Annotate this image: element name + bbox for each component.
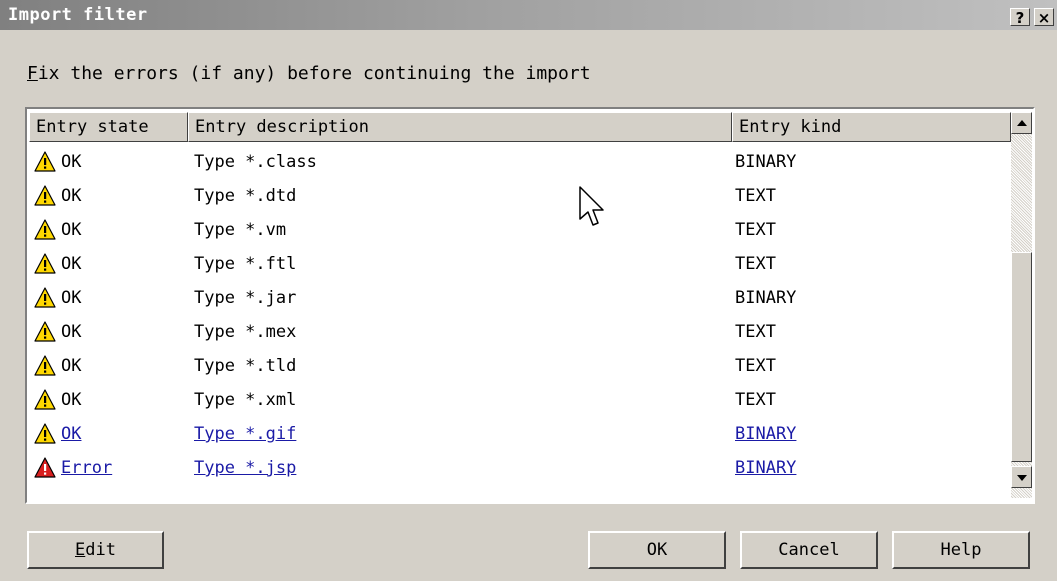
table-row[interactable]: OK Type *.ftl TEXT (29, 247, 1011, 281)
entry-kind[interactable]: BINARY (735, 417, 796, 451)
entry-description: Type *.vm (194, 220, 287, 240)
entry-description: Type *.tld (194, 356, 297, 376)
table-row[interactable]: OK Type *.mex TEXT (29, 315, 1011, 349)
entry-description: Type *.mex (194, 322, 297, 342)
scroll-down-button[interactable] (1011, 466, 1032, 488)
entry-state: OK (61, 186, 82, 206)
entry-state[interactable]: Error (61, 451, 112, 485)
warning-icon (34, 287, 56, 308)
instruction-rest: ix the errors (if any) before continuing… (37, 63, 591, 84)
warning-icon (34, 219, 56, 240)
warning-icon (34, 423, 56, 444)
help-button[interactable]: ? (1010, 8, 1030, 27)
entry-state: OK (61, 288, 82, 308)
entry-kind: TEXT (735, 186, 776, 206)
entry-kind: TEXT (735, 220, 776, 240)
entry-state: OK (61, 220, 82, 240)
warning-icon (34, 253, 56, 274)
instruction-accel: F (27, 63, 38, 84)
instruction-text: Fix the errors (if any) before continuin… (27, 63, 591, 84)
entry-state: OK (61, 152, 82, 172)
edit-rest: dit (85, 540, 116, 560)
entry-kind: TEXT (735, 322, 776, 342)
error-icon (34, 457, 56, 478)
warning-icon (34, 355, 56, 376)
entry-description: Type *.xml (194, 390, 297, 410)
edit-accel: E (75, 540, 86, 560)
entry-description[interactable]: Type *.gif (194, 417, 296, 451)
ok-button[interactable]: OK (588, 531, 726, 569)
entry-kind: TEXT (735, 356, 776, 376)
table-row[interactable]: OK Type *.class BINARY (29, 145, 1011, 179)
window-title: Import filter (8, 5, 148, 25)
title-bar[interactable]: Import filter ? × (0, 0, 1057, 30)
column-header-kind[interactable]: Entry kind (732, 112, 1011, 142)
scroll-up-button[interactable] (1011, 112, 1032, 134)
entry-state[interactable]: OK (61, 417, 81, 451)
column-header-state[interactable]: Entry state (29, 112, 188, 142)
entry-kind: BINARY (735, 288, 797, 308)
table-row[interactable]: OK Type *.jar BINARY (29, 281, 1011, 315)
warning-icon (34, 389, 56, 410)
mouse-cursor-icon (579, 186, 604, 226)
cancel-button[interactable]: Cancel (740, 531, 878, 569)
entry-kind: TEXT (735, 254, 776, 274)
list-header: Entry state Entry description Entry kind (29, 112, 1035, 142)
entry-state: OK (61, 322, 82, 342)
entry-description: Type *.dtd (194, 186, 297, 206)
arrow-up-icon (1017, 120, 1027, 126)
entry-kind[interactable]: BINARY (735, 451, 796, 485)
entry-kind: BINARY (735, 152, 797, 172)
close-button[interactable]: × (1034, 8, 1054, 27)
table-row[interactable]: OK Type *.vm TEXT (29, 213, 1011, 247)
warning-icon (34, 185, 56, 206)
warning-icon (34, 321, 56, 342)
entry-rows: OK Type *.class BINARY OK Type *.dtd TEXT OK Ty… (29, 145, 1011, 497)
scroll-thumb[interactable] (1011, 252, 1032, 462)
edit-button[interactable]: Edit (27, 531, 164, 569)
entry-description: Type *.jar (194, 288, 297, 308)
entry-kind: TEXT (735, 390, 776, 410)
arrow-down-icon (1017, 475, 1027, 481)
entry-description: Type *.class (194, 152, 317, 172)
table-row[interactable]: Error Type *.jsp BINARY (29, 451, 1011, 485)
table-row[interactable]: OK Type *.gif BINARY (29, 417, 1011, 451)
table-row[interactable]: OK Type *.dtd TEXT (29, 179, 1011, 213)
entry-description: Type *.ftl (194, 254, 297, 274)
column-header-description[interactable]: Entry description (188, 112, 732, 142)
help-dialog-button[interactable]: Help (892, 531, 1030, 569)
table-row[interactable]: OK Type *.xml TEXT (29, 383, 1011, 417)
entry-description[interactable]: Type *.jsp (194, 451, 296, 485)
entry-state: OK (61, 356, 82, 376)
table-row[interactable]: OK Type *.tld TEXT (29, 349, 1011, 383)
warning-icon (34, 151, 56, 172)
entry-state: OK (61, 254, 82, 274)
entry-state: OK (61, 390, 82, 410)
